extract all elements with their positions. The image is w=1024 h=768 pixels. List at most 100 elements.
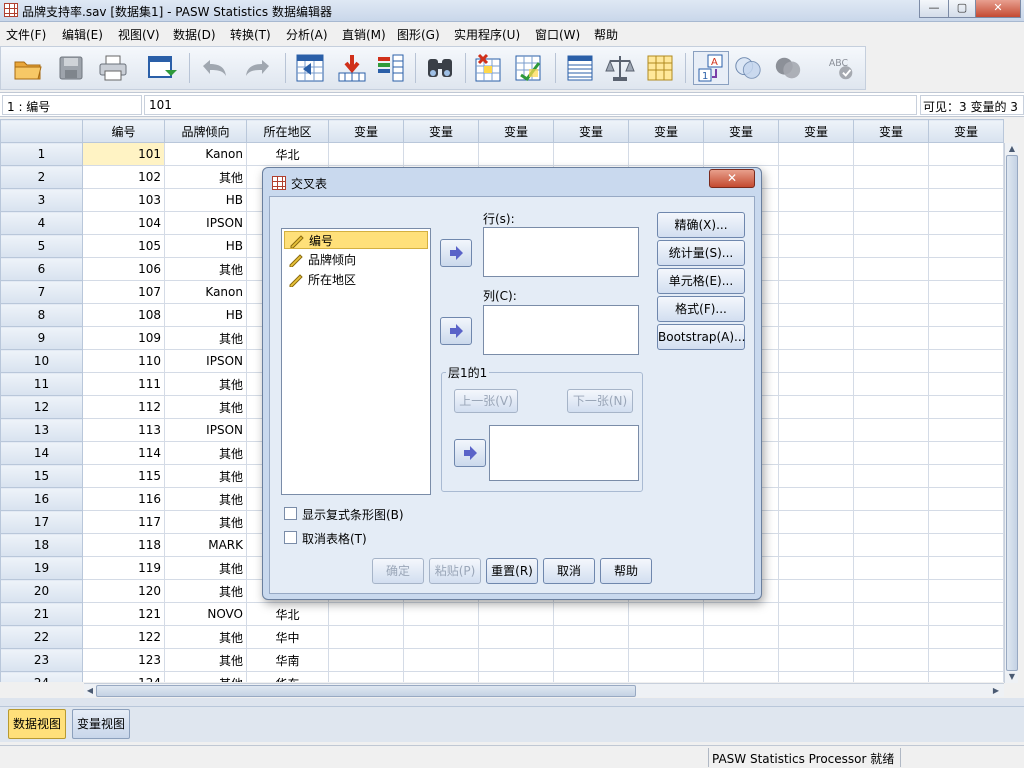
cell-brand[interactable]: HB — [164, 234, 247, 258]
column-header-brand[interactable]: 品牌倾向 — [164, 119, 247, 143]
row-number[interactable]: 19 — [0, 556, 83, 580]
row-number[interactable]: 5 — [0, 234, 83, 258]
cell-empty[interactable] — [928, 395, 1004, 419]
cell-id[interactable]: 113 — [82, 418, 165, 442]
reset-button[interactable]: 重置(R) — [486, 558, 538, 584]
row-number[interactable]: 15 — [0, 464, 83, 488]
vertical-scrollbar[interactable]: ▲ ▼ — [1004, 143, 1018, 683]
menu-window[interactable]: 窗口(W) — [535, 26, 580, 43]
cell-empty[interactable] — [853, 579, 929, 603]
menu-utilities[interactable]: 实用程序(U) — [454, 26, 520, 43]
cell-empty[interactable] — [928, 188, 1004, 212]
print-icon[interactable] — [98, 53, 128, 83]
cell-empty[interactable] — [853, 533, 929, 557]
cell-brand[interactable]: 其他 — [164, 395, 247, 419]
row-number[interactable]: 14 — [0, 441, 83, 465]
cell-empty[interactable] — [928, 625, 1004, 649]
cell-id[interactable]: 104 — [82, 211, 165, 235]
cell-id[interactable]: 111 — [82, 372, 165, 396]
format-button[interactable]: 格式(F)... — [657, 296, 745, 322]
cell-empty[interactable] — [478, 142, 554, 166]
cell-empty[interactable] — [328, 671, 404, 682]
minimize-button[interactable]: — — [919, 0, 949, 18]
cell-region[interactable]: 华东 — [246, 671, 329, 682]
move-to-columns-button[interactable] — [440, 317, 472, 345]
scroll-down-icon[interactable]: ▼ — [1006, 671, 1018, 683]
cell-empty[interactable] — [778, 671, 854, 682]
cell-empty[interactable] — [778, 234, 854, 258]
cell-brand[interactable]: MARK — [164, 533, 247, 557]
cell-empty[interactable] — [853, 326, 929, 350]
cell-empty[interactable] — [928, 487, 1004, 511]
cell-id[interactable]: 115 — [82, 464, 165, 488]
goto-case-icon[interactable] — [295, 53, 325, 83]
cell-empty[interactable] — [778, 142, 854, 166]
column-header-id[interactable]: 编号 — [82, 119, 165, 143]
cell-empty[interactable] — [703, 671, 779, 682]
cell-empty[interactable] — [928, 671, 1004, 682]
cell-empty[interactable] — [703, 142, 779, 166]
ok-button[interactable]: 确定 — [372, 558, 424, 584]
bootstrap-button[interactable]: Bootstrap(A)... — [657, 324, 746, 350]
cell-empty[interactable] — [778, 625, 854, 649]
cell-empty[interactable] — [928, 464, 1004, 488]
row-number[interactable]: 16 — [0, 487, 83, 511]
columns-target-list[interactable] — [483, 305, 639, 355]
cell-id[interactable]: 102 — [82, 165, 165, 189]
cell-id[interactable]: 109 — [82, 326, 165, 350]
cell-empty[interactable] — [853, 510, 929, 534]
undo-icon[interactable] — [199, 53, 229, 83]
cell-empty[interactable] — [778, 648, 854, 672]
cell-empty[interactable] — [928, 211, 1004, 235]
row-number[interactable]: 1 — [0, 142, 83, 166]
cell-empty[interactable] — [853, 602, 929, 626]
cell-empty[interactable] — [853, 648, 929, 672]
cell-empty[interactable] — [778, 533, 854, 557]
source-variable-list[interactable]: 编号 品牌倾向 所在地区 — [281, 228, 431, 495]
dialog-title-bar[interactable]: 交叉表 ✕ — [263, 168, 761, 196]
cell-empty[interactable] — [928, 602, 1004, 626]
row-number[interactable]: 21 — [0, 602, 83, 626]
save-icon[interactable] — [56, 53, 86, 83]
cell-brand[interactable]: 其他 — [164, 671, 247, 682]
horizontal-scrollbar[interactable]: ◀ ▶ — [84, 683, 1004, 697]
cell-empty[interactable] — [778, 556, 854, 580]
spell-check-icon[interactable]: ABC — [827, 53, 857, 83]
suppress-tables-checkbox[interactable] — [284, 531, 297, 544]
exact-button[interactable]: 精确(X)... — [657, 212, 745, 238]
cell-empty[interactable] — [928, 165, 1004, 189]
cell-id[interactable]: 124 — [82, 671, 165, 682]
cell-empty[interactable] — [778, 464, 854, 488]
cell-empty[interactable] — [328, 625, 404, 649]
row-number[interactable]: 18 — [0, 533, 83, 557]
insert-cases-icon[interactable] — [473, 53, 503, 83]
cell-brand[interactable]: Kanon — [164, 280, 247, 304]
cell-brand[interactable]: IPSON — [164, 349, 247, 373]
dialog-recall-icon[interactable] — [147, 53, 177, 83]
cell-id[interactable]: 123 — [82, 648, 165, 672]
cell-empty[interactable] — [928, 257, 1004, 281]
cell-id[interactable]: 122 — [82, 625, 165, 649]
cell-empty[interactable] — [853, 556, 929, 580]
cell-empty[interactable] — [403, 671, 479, 682]
variable-item-brand[interactable]: 品牌倾向 — [284, 251, 428, 269]
cell-id[interactable]: 120 — [82, 579, 165, 603]
cell-empty[interactable] — [853, 372, 929, 396]
cell-empty[interactable] — [553, 648, 629, 672]
cell-empty[interactable] — [853, 188, 929, 212]
cell-empty[interactable] — [703, 625, 779, 649]
menu-analyze[interactable]: 分析(A) — [286, 26, 328, 43]
cell-empty[interactable] — [928, 349, 1004, 373]
close-button[interactable]: ✕ — [975, 0, 1021, 18]
cell-empty[interactable] — [853, 165, 929, 189]
cell-empty[interactable] — [628, 671, 704, 682]
column-header-var[interactable]: 变量 — [403, 119, 479, 143]
cancel-button[interactable]: 取消 — [543, 558, 595, 584]
cell-empty[interactable] — [853, 395, 929, 419]
move-to-layer-button[interactable] — [454, 439, 486, 467]
row-number[interactable]: 12 — [0, 395, 83, 419]
cell-empty[interactable] — [478, 602, 554, 626]
cell-region[interactable]: 华中 — [246, 625, 329, 649]
vertical-scroll-thumb[interactable] — [1006, 155, 1018, 671]
menu-graphs[interactable]: 图形(G) — [397, 26, 440, 43]
